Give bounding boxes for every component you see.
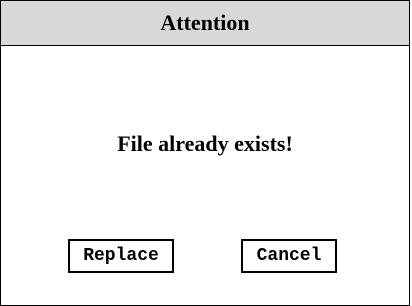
dialog-titlebar: Attention — [1, 1, 409, 46]
dialog-message: File already exists! — [117, 131, 293, 156]
replace-button[interactable]: Replace — [68, 239, 174, 273]
dialog-title: Attention — [160, 10, 250, 35]
attention-dialog: Attention File already exists! Replace C… — [0, 0, 410, 306]
cancel-button[interactable]: Cancel — [241, 239, 337, 273]
